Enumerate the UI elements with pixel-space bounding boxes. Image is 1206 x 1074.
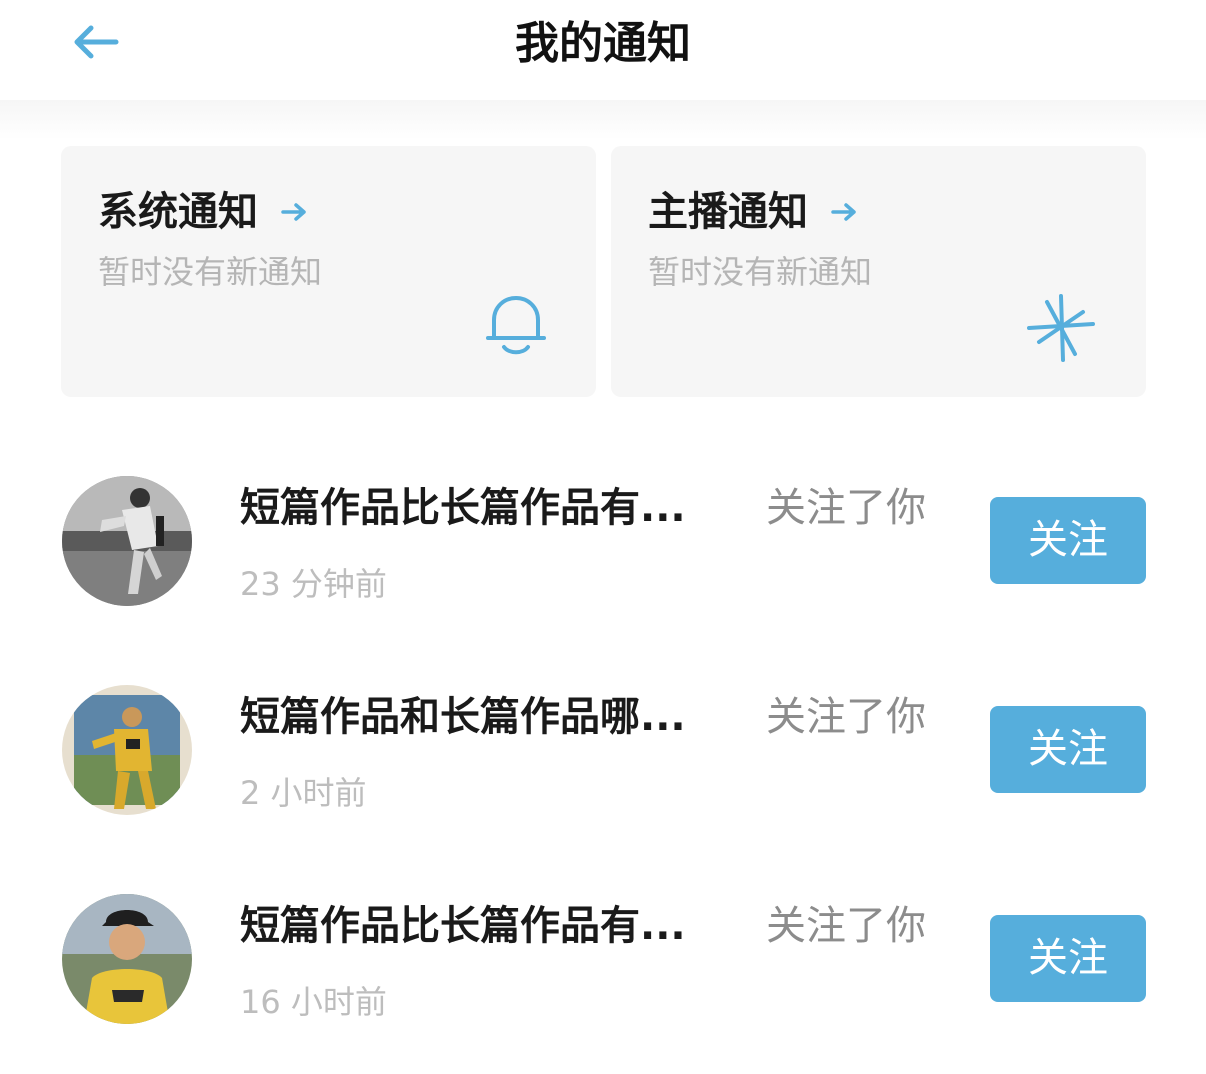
host-notifications-card[interactable]: 主播通知 暂时没有新通知 — [611, 146, 1146, 397]
header: 我的通知 — [0, 0, 1206, 100]
arrow-right-icon — [830, 201, 858, 223]
notification-action: 关注了你 — [766, 903, 926, 949]
card-subtitle: 暂时没有新通知 — [98, 253, 323, 291]
bell-icon — [485, 294, 547, 362]
notification-title[interactable]: 短篇作品比长篇作品有... — [240, 482, 730, 534]
notification-time: 16 小时前 — [240, 983, 387, 1021]
card-title-row: 主播通知 — [648, 186, 858, 238]
card-title-row: 系统通知 — [98, 186, 308, 238]
notification-title[interactable]: 短篇作品和长篇作品哪... — [240, 691, 730, 743]
header-divider — [0, 100, 1206, 140]
notification-item: 短篇作品和长篇作品哪... 关注了你 2 小时前 关注 — [0, 685, 1206, 865]
page-title: 我的通知 — [515, 18, 691, 69]
card-title: 主播通知 — [648, 189, 808, 235]
avatar[interactable] — [62, 476, 192, 606]
system-notifications-card[interactable]: 系统通知 暂时没有新通知 — [61, 146, 596, 397]
notification-time: 2 小时前 — [240, 774, 367, 812]
notification-time: 23 分钟前 — [240, 565, 387, 603]
follow-button[interactable]: 关注 — [990, 915, 1146, 1002]
card-title: 系统通知 — [98, 189, 258, 235]
avatar[interactable] — [62, 894, 192, 1024]
arrow-right-icon — [280, 201, 308, 223]
sparkle-icon — [1025, 292, 1097, 368]
notification-action: 关注了你 — [766, 694, 926, 740]
avatar[interactable] — [62, 685, 192, 815]
follow-button[interactable]: 关注 — [990, 706, 1146, 793]
notification-item: 短篇作品比长篇作品有... 关注了你 16 小时前 关注 — [0, 894, 1206, 1074]
card-subtitle: 暂时没有新通知 — [648, 253, 873, 291]
notification-title[interactable]: 短篇作品比长篇作品有... — [240, 900, 730, 952]
follow-button[interactable]: 关注 — [990, 497, 1146, 584]
notification-item: 短篇作品比长篇作品有... 关注了你 23 分钟前 关注 — [0, 476, 1206, 656]
notification-action: 关注了你 — [766, 485, 926, 531]
